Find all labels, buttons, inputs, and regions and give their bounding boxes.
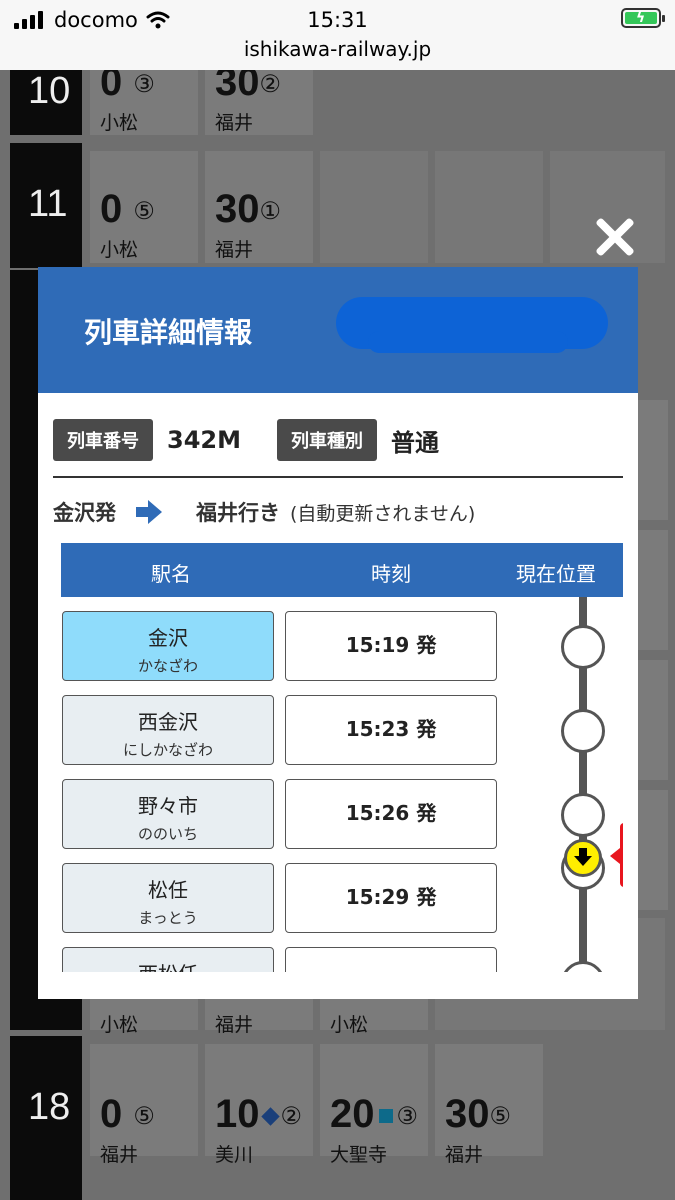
diamond-icon: [260, 1107, 280, 1126]
modal-header: 列車詳細情報: [38, 267, 638, 393]
route-info: 金沢発 福井行き (自動更新されません): [53, 497, 475, 527]
square-icon: [378, 1109, 393, 1124]
departure-time: 15:29 発: [285, 863, 497, 933]
timetable-row: 18 0 ⑤ 福井 10 ② 美川 20 ③ 大聖寺 30⑤ 福井: [0, 1036, 675, 1200]
departure-cell[interactable]: 0 ⑤ 福井: [90, 1044, 198, 1166]
departure-cell[interactable]: 30① 福井: [205, 151, 313, 263]
origin: 金沢発: [53, 501, 116, 525]
train-info: 列車番号 342M 列車種別 普通: [53, 419, 475, 461]
train-number-label: 列車番号: [53, 419, 153, 461]
column-time: 時刻: [371, 562, 411, 586]
delay-pointer: [610, 848, 620, 864]
station-button[interactable]: 金沢 かなざわ: [62, 611, 274, 681]
train-type-label: 列車種別: [276, 419, 377, 461]
hour-label: 11: [10, 143, 82, 268]
modal-title: 列車詳細情報: [84, 316, 253, 349]
timetable-row: 11 0 ⑤ 小松 30① 福井: [0, 143, 675, 268]
station-button[interactable]: 野々市 ののいち: [62, 779, 274, 849]
table-header: 駅名 時刻 現在位置: [61, 543, 623, 597]
departure-cell[interactable]: 0 ⑤ 小松: [90, 151, 198, 263]
update-note: (自動更新されません): [290, 502, 476, 525]
stop-row: 金沢 かなざわ 15:19 発: [61, 597, 623, 681]
divider: [53, 476, 623, 478]
column-station: 駅名: [151, 562, 191, 586]
redaction-mark: [368, 331, 568, 353]
status-bar: docomo 15:31 ishikawa-railway.jp ϟ: [0, 0, 675, 70]
clock: 15:31: [307, 8, 368, 32]
departure-time: 15:26 発: [285, 779, 497, 849]
station-node: [561, 961, 605, 972]
column-position: 現在位置: [516, 562, 596, 586]
station-button[interactable]: 松任 まっとう: [62, 863, 274, 933]
delay-badge: 5 分: [620, 823, 623, 887]
station-node: [561, 793, 605, 837]
departure-cell: [320, 151, 428, 263]
stop-row: 野々市 ののいち 15:26 発: [61, 765, 623, 849]
train-position-icon: [564, 839, 602, 877]
station-button[interactable]: 西松任: [62, 947, 274, 972]
train-number: 342M: [167, 426, 241, 454]
station-button[interactable]: 西金沢 にしかなざわ: [62, 695, 274, 765]
departure-time: [285, 947, 497, 972]
stop-row: 西金沢 にしかなざわ 15:23 発: [61, 681, 623, 765]
hour-label: 18: [10, 1036, 82, 1200]
destination: 福井行き: [196, 501, 280, 525]
station-node: [561, 709, 605, 753]
stop-row: 西松任: [61, 933, 623, 972]
battery-icon: ϟ: [621, 8, 665, 28]
departure-time: 15:23 発: [285, 695, 497, 765]
station-node: [561, 625, 605, 669]
close-icon[interactable]: [593, 215, 637, 259]
train-type: 普通: [390, 428, 439, 457]
arrow-right-icon: [136, 500, 176, 524]
stop-row: 松任 まっとう 15:29 発: [61, 846, 623, 933]
departure-time: 15:19 発: [285, 611, 497, 681]
departure-cell[interactable]: 10 ② 美川: [205, 1044, 313, 1166]
departure-cell[interactable]: 30⑤ 福井: [435, 1044, 543, 1166]
departure-cell[interactable]: 20 ③ 大聖寺: [320, 1044, 428, 1166]
url-bar[interactable]: ishikawa-railway.jp: [0, 37, 675, 61]
stop-list: 金沢 かなざわ 15:19 発 西金沢 にしかなざわ 15:23 発 野々市 ののいち…: [61, 597, 623, 972]
train-detail-modal: 列車詳細情報 列車番号 342M 列車種別 普通 金沢発 福井行き (自動更新さ…: [38, 267, 638, 999]
departure-cell: [435, 151, 543, 263]
